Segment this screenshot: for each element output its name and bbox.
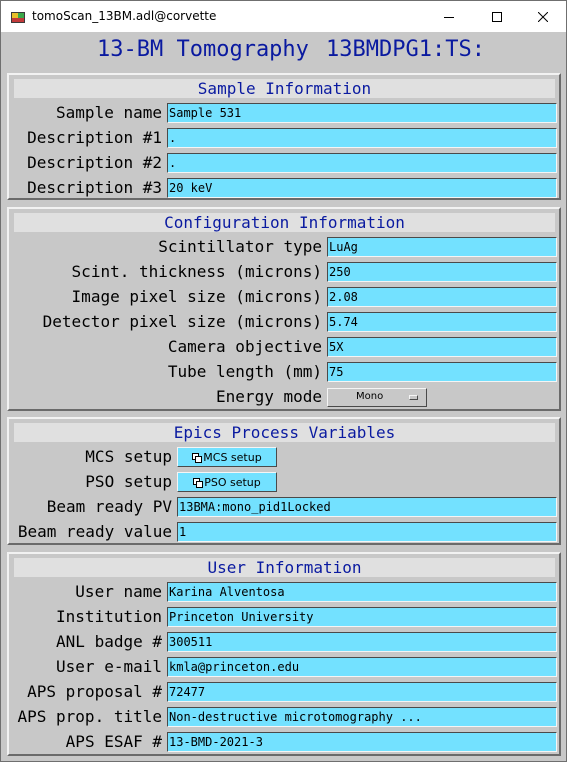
mcs-setup-button[interactable]: MCS setup [177, 447, 277, 467]
anl-badge-label: ANL badge # [56, 632, 162, 651]
pv-prefix: 13BMDPG1:TS: [326, 37, 485, 62]
user-email-label: User e-mail [56, 657, 162, 676]
epics-pv-title: Epics Process Variables [173, 423, 396, 442]
scintillator-type-field[interactable]: LuAg [327, 237, 557, 257]
energy-mode-label: Energy mode [216, 387, 322, 406]
close-button[interactable] [520, 1, 566, 32]
maximize-icon [492, 11, 502, 22]
minimize-icon [444, 16, 454, 18]
mcs-setup-button-label: MCS setup [203, 450, 262, 464]
camera-objective-field[interactable]: 5X [327, 337, 557, 357]
beam-ready-pv-label: Beam ready PV [46, 497, 172, 516]
image-pixel-size-label: Image pixel size (microns) [71, 287, 322, 306]
aps-esaf-field[interactable]: 13-BMD-2021-3 [167, 732, 557, 752]
title-bar[interactable]: tomoScan_13BM.adl@corvette [1, 1, 566, 32]
sample-name-field[interactable]: Sample 531 [167, 103, 557, 123]
medm-app-icon [11, 12, 25, 23]
aps-prop-title-label: APS prop. title [17, 707, 163, 726]
user-info-title-bar: User Information [14, 558, 555, 577]
display-header: 13-BM Tomography 13BMDPG1:TS: [2, 34, 565, 66]
aps-prop-title-field[interactable]: Non-destructive microtomography ... [167, 707, 557, 727]
description-1-label: Description #1 [27, 128, 162, 147]
institution-field[interactable]: Princeton University [167, 607, 557, 627]
scint-thickness-label: Scint. thickness (microns) [71, 262, 322, 281]
pso-setup-button-label: PSO setup [204, 475, 261, 489]
description-3-label: Description #3 [27, 178, 162, 197]
maximize-button[interactable] [474, 1, 520, 32]
epics-pv-section: Epics Process Variables MCS setup MCS se… [7, 417, 561, 545]
user-name-field[interactable]: Karina Alventosa [167, 582, 557, 602]
aps-esaf-label: APS ESAF # [65, 732, 162, 751]
medm-window: tomoScan_13BM.adl@corvette 13-BM Tomogra… [0, 0, 567, 762]
energy-mode-menu[interactable]: Mono [327, 388, 427, 407]
sample-name-label: Sample name [56, 103, 162, 122]
sample-info-title: Sample Information [197, 79, 372, 98]
tube-length-label: Tube length (mm) [167, 362, 322, 381]
pso-setup-label: PSO setup [85, 472, 172, 491]
user-email-field[interactable]: kmla@princeton.edu [167, 657, 557, 677]
energy-mode-value: Mono [356, 391, 384, 402]
aps-proposal-field[interactable]: 72477 [167, 682, 557, 702]
description-3-field[interactable]: 20 keV [167, 178, 557, 198]
aps-proposal-label: APS proposal # [27, 682, 162, 701]
user-name-label: User name [75, 582, 162, 601]
detector-pixel-size-label: Detector pixel size (microns) [42, 312, 322, 331]
description-1-field[interactable]: . [167, 128, 557, 148]
display-title: 13-BM Tomography [97, 37, 309, 62]
config-info-title-bar: Configuration Information [14, 213, 555, 232]
close-icon [538, 11, 548, 22]
mcs-setup-label: MCS setup [85, 447, 172, 466]
epics-pv-title-bar: Epics Process Variables [14, 423, 555, 442]
image-pixel-size-field[interactable]: 2.08 [327, 287, 557, 307]
related-display-icon [192, 453, 203, 463]
window-title: tomoScan_13BM.adl@corvette [32, 9, 217, 23]
description-2-label: Description #2 [27, 153, 162, 172]
user-info-section: User Information User name Karina Alvent… [7, 552, 561, 756]
detector-pixel-size-field[interactable]: 5.74 [327, 312, 557, 332]
pso-setup-button[interactable]: PSO setup [177, 472, 277, 492]
related-display-icon [193, 478, 204, 488]
config-info-section: Configuration Information Scintillator t… [7, 207, 561, 411]
beam-ready-value-field[interactable]: 1 [177, 522, 557, 542]
tube-length-field[interactable]: 75 [327, 362, 557, 382]
description-2-field[interactable]: . [167, 153, 557, 173]
beam-ready-value-label: Beam ready value [17, 522, 172, 541]
sample-info-section: Sample Information Sample name Sample 53… [7, 73, 561, 200]
scint-thickness-field[interactable]: 250 [327, 262, 557, 282]
user-info-title: User Information [207, 558, 362, 577]
menu-indicator-icon [409, 395, 418, 400]
sample-info-title-bar: Sample Information [14, 79, 555, 98]
display-area: 13-BM Tomography 13BMDPG1:TS: Sample Inf… [2, 32, 565, 761]
anl-badge-field[interactable]: 300511 [167, 632, 557, 652]
config-info-title: Configuration Information [164, 213, 405, 232]
camera-objective-label: Camera objective [167, 337, 322, 356]
institution-label: Institution [56, 607, 162, 626]
scintillator-type-label: Scintillator type [158, 237, 322, 256]
beam-ready-pv-field[interactable]: 13BMA:mono_pid1Locked [177, 497, 557, 517]
minimize-button[interactable] [426, 1, 472, 32]
